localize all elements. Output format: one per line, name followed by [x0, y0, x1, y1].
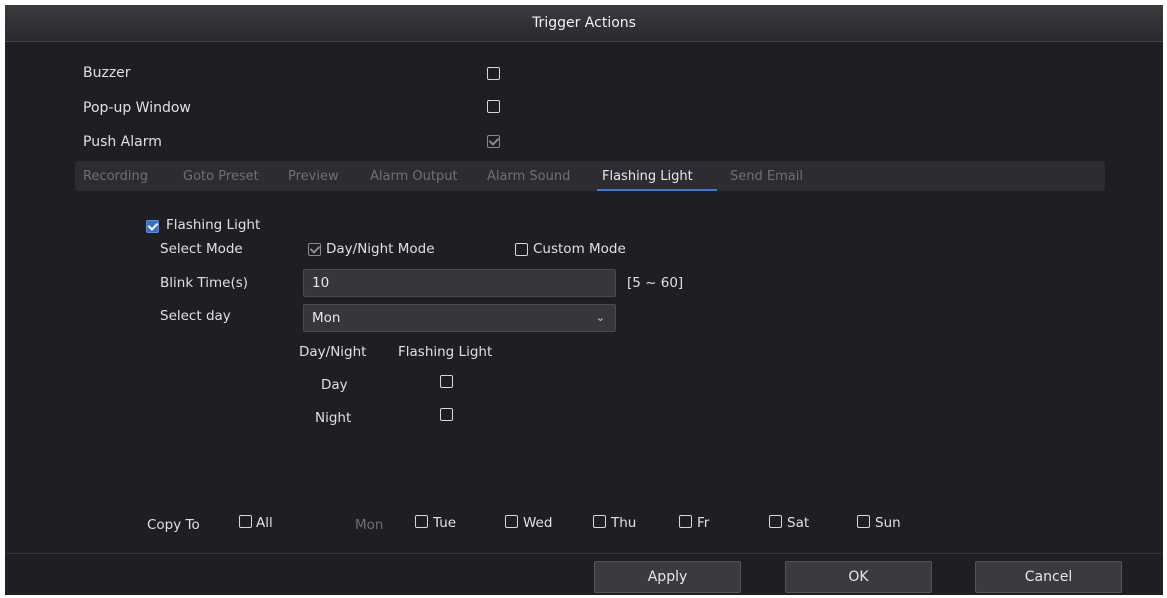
copy-fri-checkbox[interactable] — [679, 515, 692, 528]
copy-all-checkbox[interactable] — [239, 515, 252, 528]
select-day-dropdown[interactable]: Mon ⌄ — [303, 304, 616, 332]
push-alarm-checkbox[interactable] — [487, 135, 500, 148]
blink-time-label: Blink Time(s) — [160, 275, 249, 291]
copy-tue-label: Tue — [433, 515, 457, 531]
tab-send-email[interactable]: Send Email — [730, 169, 803, 184]
col-header-daynight: Day/Night — [299, 344, 367, 360]
copy-tue-checkbox[interactable] — [415, 515, 428, 528]
row-day-label: Day — [321, 377, 348, 393]
apply-button[interactable]: Apply — [594, 561, 741, 593]
copy-thu-label: Thu — [611, 515, 637, 531]
blink-time-range: [5 ~ 60] — [627, 275, 684, 291]
ok-button[interactable]: OK — [785, 561, 932, 593]
buzzer-label: Buzzer — [83, 65, 131, 81]
copy-all-label: All — [256, 515, 273, 531]
col-header-flashing-light: Flashing Light — [398, 344, 493, 360]
row-night-checkbox[interactable] — [440, 408, 453, 421]
copy-wed-checkbox[interactable] — [505, 515, 518, 528]
copy-wed-label: Wed — [523, 515, 553, 531]
flashing-light-enable-checkbox[interactable] — [146, 220, 159, 233]
cancel-button[interactable]: Cancel — [975, 561, 1122, 593]
copy-sun-label: Sun — [875, 515, 901, 531]
select-day-label: Select day — [160, 308, 231, 324]
copy-sat-label: Sat — [787, 515, 810, 531]
active-tab-indicator — [597, 189, 717, 191]
action-tabs: Recording Goto Preset Preview Alarm Outp… — [75, 161, 1105, 191]
copy-thu-checkbox[interactable] — [593, 515, 606, 528]
row-day-checkbox[interactable] — [440, 375, 453, 388]
push-alarm-label: Push Alarm — [83, 134, 162, 150]
daynight-mode-label[interactable]: Day/Night Mode — [326, 241, 435, 257]
daynight-mode-checkbox[interactable] — [308, 243, 321, 256]
tab-alarm-sound[interactable]: Alarm Sound — [487, 169, 570, 184]
select-day-value: Mon — [312, 310, 341, 326]
flashing-light-enable-label: Flashing Light — [166, 217, 261, 233]
tab-recording[interactable]: Recording — [83, 169, 148, 184]
trigger-actions-dialog: Trigger Actions Buzzer Pop-up Window Pus… — [5, 5, 1163, 595]
dialog-title: Trigger Actions — [5, 5, 1163, 42]
copy-sun-checkbox[interactable] — [857, 515, 870, 528]
blink-time-input[interactable]: 10 — [303, 269, 616, 297]
tab-preview[interactable]: Preview — [288, 169, 339, 184]
tab-alarm-output[interactable]: Alarm Output — [370, 169, 458, 184]
buzzer-checkbox[interactable] — [487, 67, 500, 80]
tab-flashing-light[interactable]: Flashing Light — [602, 169, 693, 184]
copy-sat-checkbox[interactable] — [769, 515, 782, 528]
popup-window-checkbox[interactable] — [487, 100, 500, 113]
footer-divider — [5, 553, 1163, 554]
copy-to-label: Copy To — [147, 517, 200, 533]
row-night-label: Night — [315, 410, 352, 426]
chevron-down-icon: ⌄ — [595, 311, 605, 324]
custom-mode-checkbox[interactable] — [515, 243, 528, 256]
custom-mode-label[interactable]: Custom Mode — [533, 241, 626, 257]
copy-fri-label: Fr — [697, 515, 710, 531]
popup-window-label: Pop-up Window — [83, 100, 191, 116]
copy-current-day: Mon — [355, 517, 384, 533]
tab-goto-preset[interactable]: Goto Preset — [183, 169, 259, 184]
select-mode-label: Select Mode — [160, 241, 243, 257]
